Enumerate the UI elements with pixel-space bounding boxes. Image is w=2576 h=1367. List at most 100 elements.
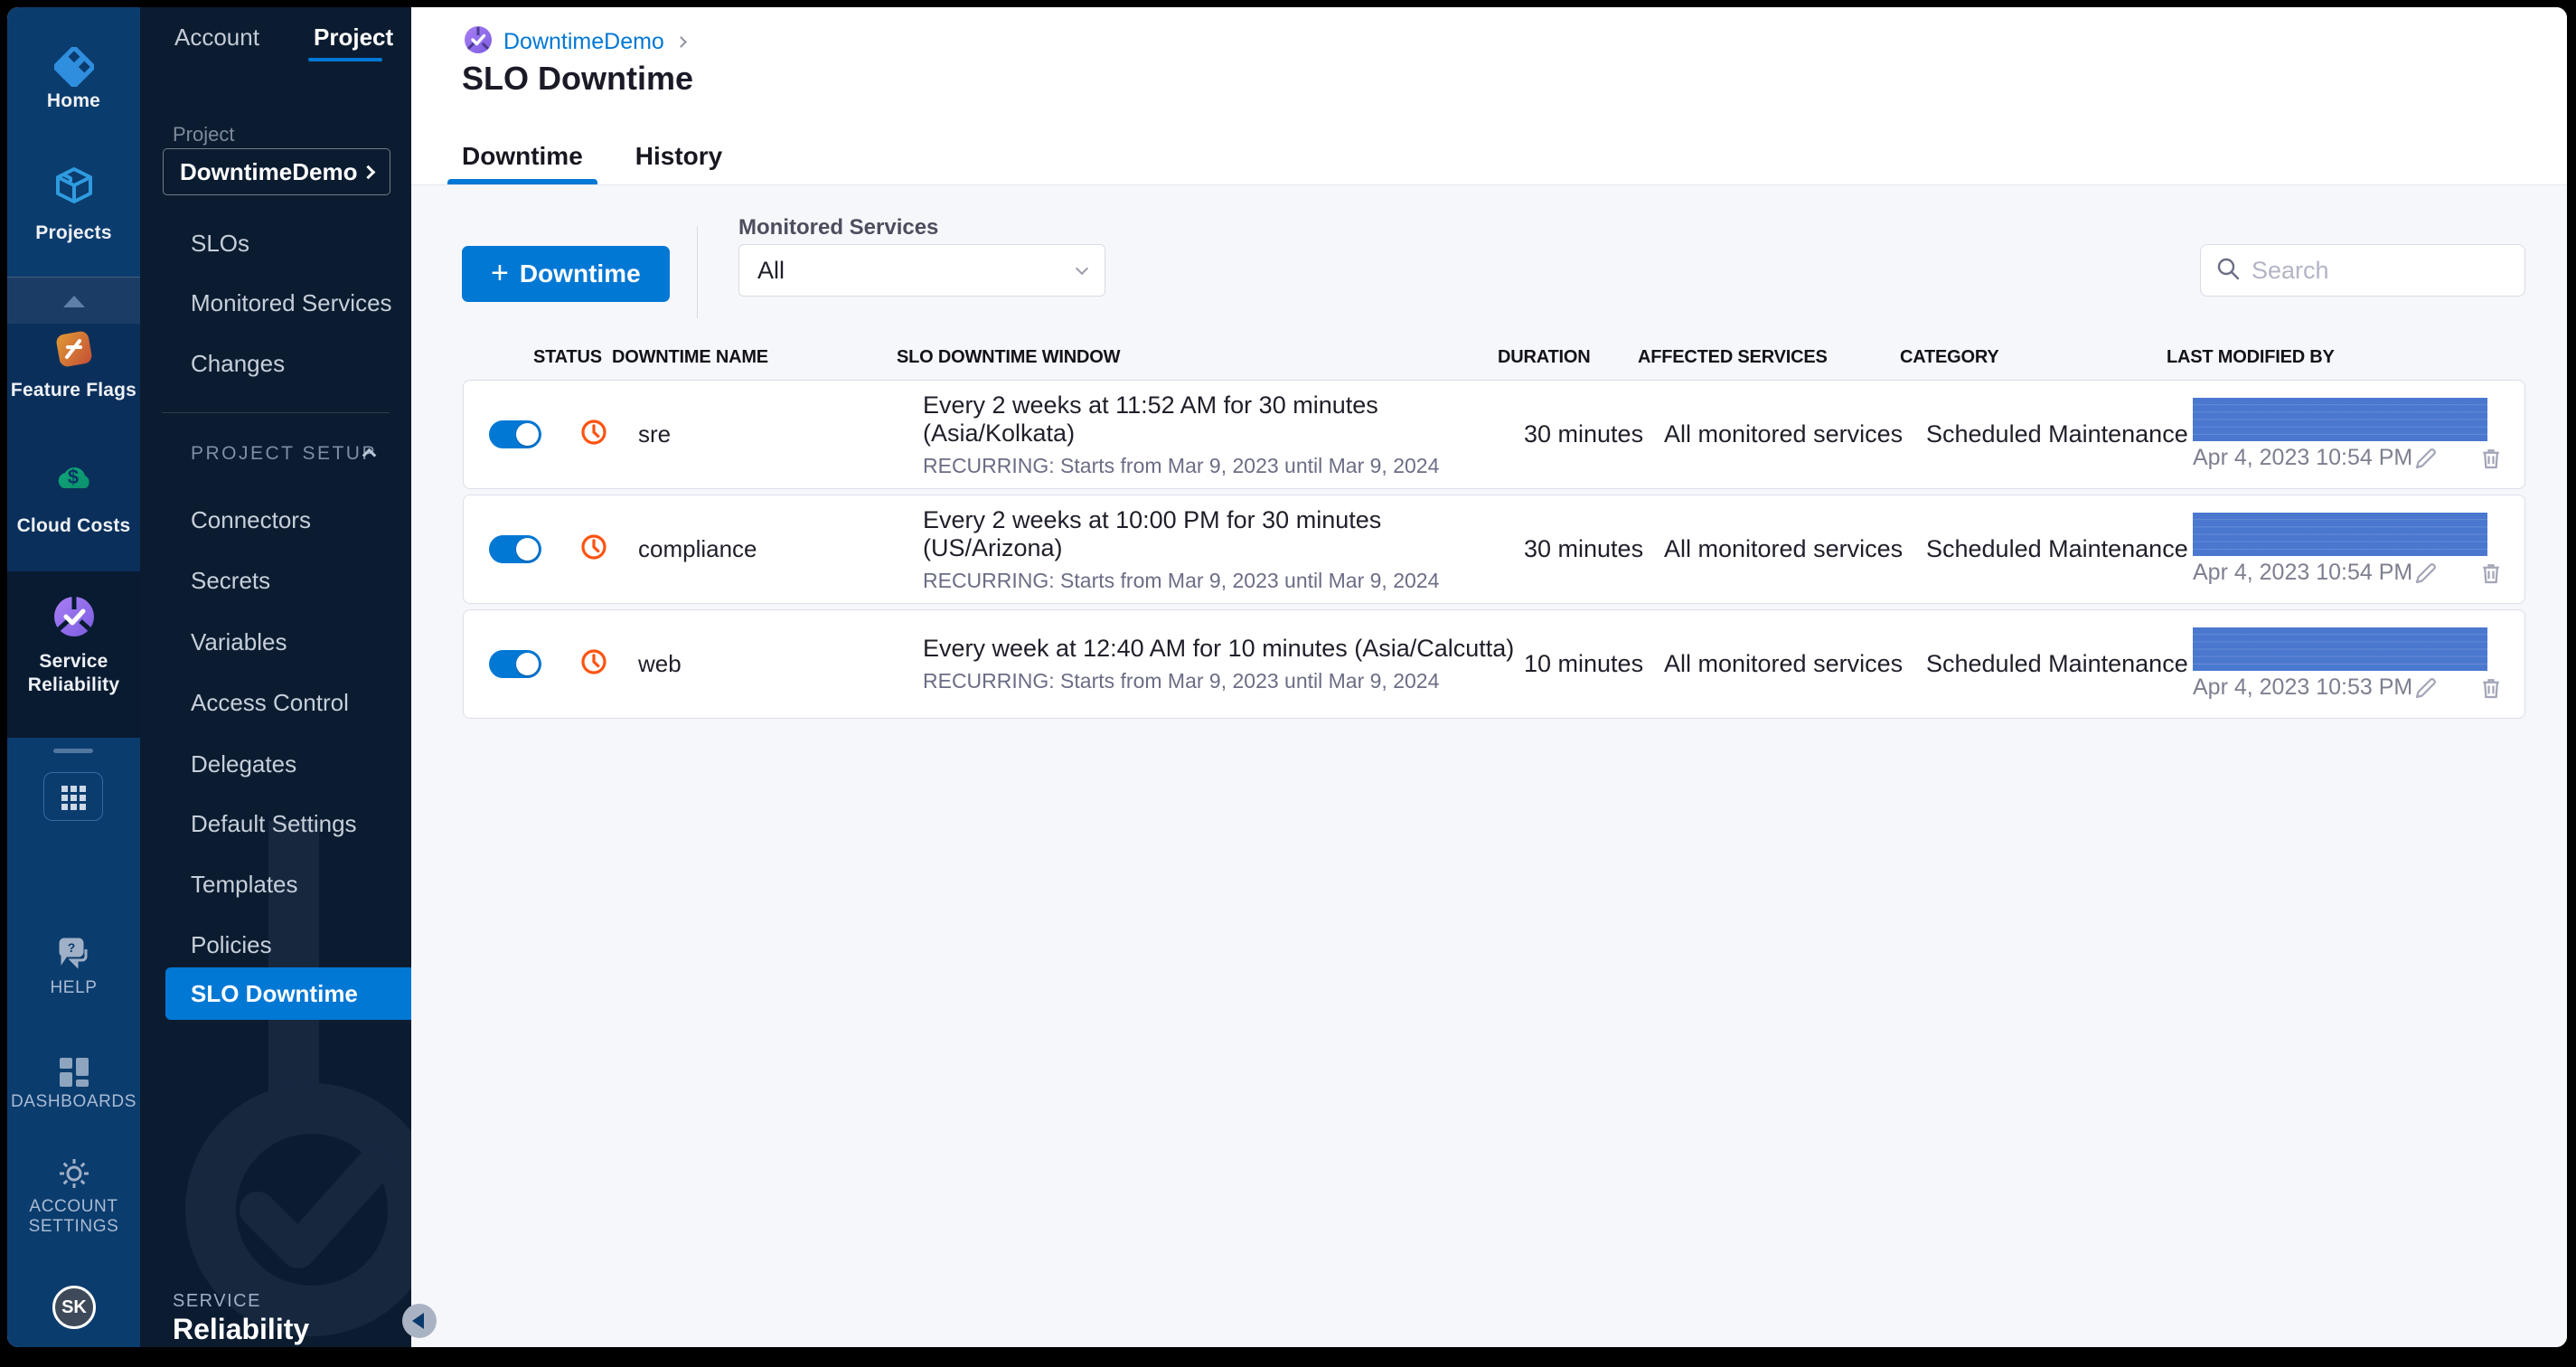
- col-slo-downtime-window: SLO DOWNTIME WINDOW: [897, 346, 1121, 367]
- project-setup-section-title[interactable]: PROJECT SETUP: [191, 443, 377, 465]
- svg-text:?: ?: [67, 940, 75, 955]
- col-duration: DURATION: [1498, 346, 1591, 367]
- nav-item-monitored-services[interactable]: Monitored Services: [191, 285, 392, 321]
- plus-icon: +: [491, 255, 509, 290]
- avatar[interactable]: SK: [52, 1286, 96, 1329]
- downtime-name[interactable]: sre: [638, 420, 923, 448]
- tab-active-underline: [447, 179, 597, 184]
- status-toggle-on[interactable]: [489, 535, 541, 563]
- downtime-recurrence: RECURRING: Starts from Mar 9, 2023 until…: [923, 669, 1440, 693]
- help-label[interactable]: HELP: [7, 978, 140, 998]
- toggle-knob: [516, 423, 539, 446]
- chevron-down-icon: [1075, 261, 1089, 276]
- search-box: [2200, 244, 2567, 297]
- delete-trash-icon[interactable]: [2477, 560, 2505, 587]
- edit-pencil-icon[interactable]: [2412, 445, 2440, 472]
- help-chat-icon: ?: [55, 937, 93, 976]
- redacted-user-email: [2193, 397, 2487, 441]
- nav-item-templates[interactable]: Templates: [191, 866, 298, 902]
- project-selector[interactable]: DowntimeDemo: [163, 148, 390, 195]
- nav-item-connectors[interactable]: Connectors: [191, 502, 311, 538]
- project-selector-value: DowntimeDemo: [180, 157, 358, 185]
- help-button[interactable]: ?: [7, 937, 140, 976]
- downtime-name[interactable]: web: [638, 650, 923, 678]
- tab-downtime[interactable]: Downtime: [447, 128, 597, 184]
- new-downtime-button-label: Downtime: [519, 259, 641, 288]
- nav-item-policies[interactable]: Policies: [191, 927, 272, 963]
- app-window: Home Projects Feature Flags $ Cloud Cost…: [7, 7, 2567, 1347]
- duration: 30 minutes: [1524, 420, 1644, 448]
- edit-pencil-icon[interactable]: [2412, 560, 2440, 587]
- account-settings-label-line1[interactable]: ACCOUNT: [7, 1197, 140, 1217]
- category: Scheduled Maintenance: [1926, 650, 2188, 677]
- chevron-right-icon: [361, 165, 376, 179]
- sidebar-item-cloud-costs[interactable]: $: [7, 457, 140, 502]
- nav-item-delegates[interactable]: Delegates: [191, 746, 296, 782]
- nav-item-slo-downtime-active[interactable]: SLO Downtime: [165, 967, 411, 1020]
- tab-project[interactable]: Project: [314, 24, 393, 52]
- feature-flags-icon: [52, 327, 96, 375]
- downtime-name[interactable]: compliance: [638, 535, 923, 563]
- recurring-clock-icon: [581, 649, 606, 674]
- toolbar-divider: [697, 226, 698, 318]
- nav-item-slos[interactable]: SLOs: [191, 225, 249, 261]
- toggle-knob: [516, 538, 539, 561]
- recurring-clock-icon: [581, 420, 606, 445]
- tab-history-label: History: [635, 142, 723, 170]
- chevron-right-icon: [674, 36, 687, 48]
- nav-item-access-control[interactable]: Access Control: [191, 684, 349, 721]
- nav-item-secrets[interactable]: Secrets: [191, 562, 270, 599]
- sidebar-label-projects[interactable]: Projects: [7, 222, 140, 244]
- search-input[interactable]: [2252, 256, 2567, 285]
- module-picker-button[interactable]: [43, 772, 103, 821]
- sidebar-label-service-line2[interactable]: Reliability: [7, 674, 140, 696]
- grid-icon: [61, 786, 87, 810]
- modules-collapse-strip[interactable]: [7, 277, 140, 324]
- sidebar-divider: [53, 749, 93, 753]
- sidebar-label-service-line1[interactable]: Service: [7, 651, 140, 673]
- redacted-user-email: [2193, 512, 2487, 556]
- tab-downtime-label: Downtime: [462, 142, 583, 170]
- search-icon: [2215, 256, 2241, 286]
- nav-item-variables[interactable]: Variables: [191, 624, 287, 660]
- downtime-window: Every 2 weeks at 10:00 PM for 30 minutes…: [923, 505, 1382, 561]
- status-toggle-on[interactable]: [489, 650, 541, 678]
- edit-pencil-icon[interactable]: [2412, 674, 2440, 702]
- affected-services: All monitored services: [1664, 650, 1904, 677]
- sidebar-label-cloud-costs[interactable]: Cloud Costs: [7, 515, 140, 537]
- dashboards-button[interactable]: [7, 1056, 140, 1093]
- downtime-recurrence: RECURRING: Starts from Mar 9, 2023 until…: [923, 453, 1440, 477]
- sidebar-item-feature-flags[interactable]: [7, 327, 140, 375]
- monitored-services-select[interactable]: All: [738, 244, 1105, 297]
- table-row: web Every week at 12:40 AM for 10 minute…: [463, 609, 2525, 719]
- service-reliability-mini-icon: [464, 25, 493, 59]
- dashboards-label[interactable]: DASHBOARDS: [7, 1092, 140, 1112]
- sidebar-item-home[interactable]: [7, 45, 140, 91]
- sidebar-item-service-reliability[interactable]: [7, 593, 140, 645]
- sidebar-label-feature-flags[interactable]: Feature Flags: [7, 380, 140, 401]
- new-downtime-button[interactable]: + Downtime: [462, 246, 670, 302]
- nav-item-default-settings[interactable]: Default Settings: [191, 806, 357, 842]
- recurring-clock-icon: [581, 534, 606, 560]
- tab-account[interactable]: Account: [174, 24, 259, 52]
- sidebar-item-projects[interactable]: [7, 165, 140, 211]
- project-selector-label: Project: [173, 123, 235, 146]
- monitored-services-value: All: [757, 256, 785, 284]
- toggle-knob: [516, 653, 539, 675]
- breadcrumb-project-link[interactable]: DowntimeDemo: [503, 29, 664, 55]
- delete-trash-icon[interactable]: [2477, 445, 2505, 472]
- tab-history[interactable]: History: [635, 128, 722, 184]
- account-settings-button[interactable]: [7, 1155, 140, 1196]
- affected-services: All monitored services: [1664, 535, 1904, 562]
- module-sidebar: Home Projects Feature Flags $ Cloud Cost…: [7, 7, 140, 1347]
- nav-item-changes[interactable]: Changes: [191, 345, 285, 382]
- redacted-user-email: [2193, 627, 2487, 671]
- delete-trash-icon[interactable]: [2477, 674, 2505, 702]
- breadcrumb: DowntimeDemo: [464, 25, 687, 59]
- nav-collapse-button[interactable]: [402, 1304, 437, 1338]
- col-status: STATUS: [533, 346, 602, 367]
- status-toggle-on[interactable]: [489, 420, 541, 448]
- sidebar-label-home[interactable]: Home: [7, 90, 140, 112]
- account-settings-label-line2[interactable]: SETTINGS: [7, 1217, 140, 1237]
- svg-text:$: $: [67, 466, 78, 488]
